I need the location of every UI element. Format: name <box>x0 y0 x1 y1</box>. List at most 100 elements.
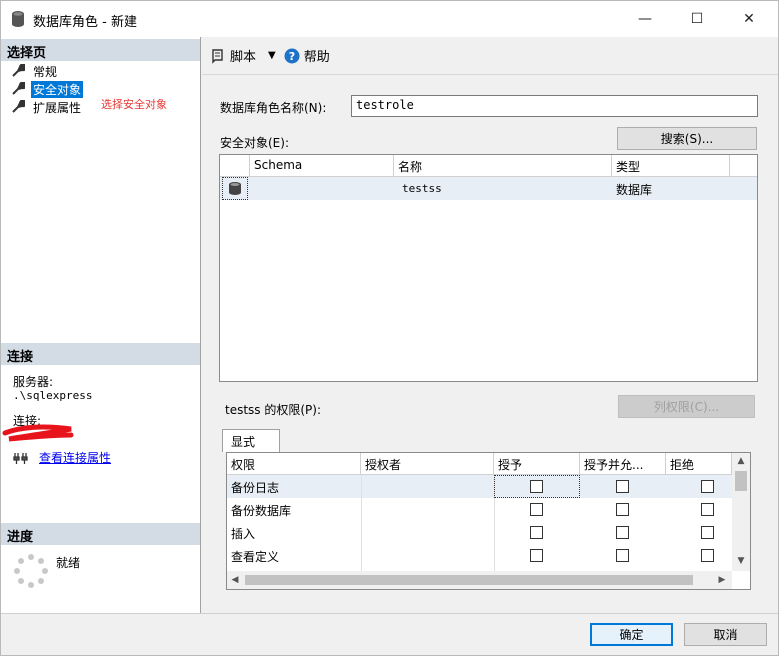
column-header-grant[interactable]: 授予 <box>494 453 580 475</box>
toolbar: 脚本 ▼ ? 帮助 <box>202 37 778 75</box>
role-name-label: 数据库角色名称(N): <box>220 101 327 115</box>
database-icon <box>229 182 241 195</box>
column-header-deny[interactable]: 拒绝 <box>666 453 732 475</box>
column-header-schema[interactable]: Schema <box>250 155 394 177</box>
column-header-permission[interactable]: 权限 <box>227 453 361 475</box>
permission-grantor-cell <box>361 475 494 498</box>
permission-name-cell: 备份日志 <box>231 481 280 495</box>
cancel-button[interactable]: 取消 <box>684 623 767 646</box>
help-button[interactable]: ? 帮助 <box>284 46 330 65</box>
securables-grid: Schema 名称 类型 testss 数据库 <box>219 154 758 382</box>
window-title: 数据库角色 - 新建 <box>33 15 137 30</box>
wrench-icon <box>12 64 25 77</box>
column-header-name[interactable]: 名称 <box>394 155 612 177</box>
table-row[interactable]: 备份数据库 <box>227 498 732 521</box>
permission-name-cell: 插入 <box>231 527 256 541</box>
grant-checkbox[interactable] <box>530 503 543 516</box>
close-icon: ✕ <box>743 11 755 27</box>
dialog-footer: 确定 取消 <box>1 613 778 655</box>
connection-plug-icon <box>13 452 28 464</box>
redaction-scribble <box>2 424 74 442</box>
with-grant-checkbox[interactable] <box>616 549 629 562</box>
deny-checkbox[interactable] <box>701 503 714 516</box>
column-header-with-grant[interactable]: 授予并允... <box>580 453 666 475</box>
role-name-input[interactable]: testrole <box>351 95 758 117</box>
permission-grantor-cell <box>361 521 494 544</box>
progress-status: 就绪 <box>56 556 81 570</box>
horizontal-scroll-thumb[interactable] <box>245 575 693 585</box>
scroll-right-icon[interactable]: ▶ <box>714 571 730 589</box>
dialog-window: 数据库角色 - 新建 — ☐ ✕ 选择页 常规 安全对象 扩展属性 选择安全对象… <box>0 0 779 656</box>
search-button[interactable]: 搜索(S)... <box>617 127 757 150</box>
column-header-type[interactable]: 类型 <box>612 155 730 177</box>
permission-grantor-cell <box>361 498 494 521</box>
deny-checkbox[interactable] <box>701 480 714 493</box>
svg-text:?: ? <box>289 50 295 63</box>
progress-spinner-icon <box>14 554 48 588</box>
select-page-header: 选择页 <box>1 39 200 61</box>
maximize-icon: ☐ <box>690 11 704 27</box>
column-header-grantor[interactable]: 授权者 <box>361 453 494 475</box>
permissions-grid: 权限 授权者 授予 授予并允... 拒绝 备份日志 备份数据库 插入 查看定义 <box>226 452 751 590</box>
wrench-icon <box>12 82 25 95</box>
annotation-hint: 选择安全对象 <box>101 98 167 111</box>
close-button[interactable]: ✕ <box>726 1 772 37</box>
database-icon <box>12 11 24 27</box>
permissions-label: testss 的权限(P): <box>225 403 322 417</box>
script-dropdown-icon[interactable]: ▼ <box>268 50 276 61</box>
grant-checkbox[interactable] <box>530 480 543 493</box>
table-row[interactable]: testss 数据库 <box>220 177 757 200</box>
scroll-down-icon[interactable]: ▼ <box>732 553 750 569</box>
wrench-icon <box>12 100 25 113</box>
tab-explicit[interactable]: 显式 <box>222 429 280 452</box>
permission-name-cell: 查看定义 <box>231 550 280 564</box>
securable-name-cell: testss <box>402 182 442 195</box>
grant-checkbox[interactable] <box>530 526 543 539</box>
permissions-vertical-scrollbar[interactable]: ▲ ▼ <box>732 453 750 571</box>
minimize-button[interactable]: — <box>622 1 668 37</box>
permission-grantor-cell <box>361 544 494 567</box>
with-grant-checkbox[interactable] <box>616 480 629 493</box>
row-icon-cell <box>222 177 248 200</box>
permissions-grid-header: 权限 授权者 授予 授予并允... 拒绝 <box>227 453 732 475</box>
help-label: 帮助 <box>303 50 330 65</box>
script-icon <box>212 48 223 64</box>
left-pane: 选择页 常规 安全对象 扩展属性 选择安全对象 连接 服务器: .\sqlexp… <box>1 37 201 613</box>
permissions-horizontal-scrollbar[interactable]: ◀ ▶ <box>227 571 732 589</box>
securables-label: 安全对象(E): <box>220 136 289 150</box>
scroll-left-icon[interactable]: ◀ <box>227 571 243 589</box>
with-grant-checkbox[interactable] <box>616 526 629 539</box>
minimize-icon: — <box>638 11 652 27</box>
vertical-scroll-thumb[interactable] <box>735 471 747 491</box>
securable-schema-cell <box>250 177 394 200</box>
page-item-label: 常规 <box>33 64 58 79</box>
page-item-securables[interactable]: 安全对象 <box>11 80 84 98</box>
title-bar: 数据库角色 - 新建 — ☐ ✕ <box>1 1 778 37</box>
server-value: .\sqlexpress <box>13 389 93 402</box>
table-row[interactable]: 插入 <box>227 521 732 544</box>
page-item-label: 安全对象 <box>31 80 84 98</box>
deny-checkbox[interactable] <box>701 549 714 562</box>
ok-button[interactable]: 确定 <box>590 623 673 646</box>
progress-header: 进度 <box>1 523 200 545</box>
view-connection-row: 查看连接属性 <box>13 449 111 466</box>
column-header-icon <box>220 155 250 177</box>
page-item-extended-properties[interactable]: 扩展属性 <box>11 98 83 116</box>
script-label: 脚本 <box>230 50 257 65</box>
server-label: 服务器: <box>13 375 54 389</box>
column-divider <box>361 475 362 571</box>
help-icon: ? <box>284 48 300 63</box>
page-item-general[interactable]: 常规 <box>11 62 59 80</box>
column-permissions-button[interactable]: 列权限(C)... <box>618 395 755 418</box>
table-row[interactable]: 备份日志 <box>227 475 732 498</box>
view-connection-properties-link[interactable]: 查看连接属性 <box>39 449 111 466</box>
securables-grid-header: Schema 名称 类型 <box>220 155 757 177</box>
table-row[interactable]: 查看定义 <box>227 544 732 567</box>
grant-checkbox[interactable] <box>530 549 543 562</box>
scroll-up-icon[interactable]: ▲ <box>732 453 750 469</box>
page-item-label: 扩展属性 <box>33 100 82 115</box>
deny-checkbox[interactable] <box>701 526 714 539</box>
script-button[interactable]: 脚本 <box>210 46 256 65</box>
with-grant-checkbox[interactable] <box>616 503 629 516</box>
maximize-button[interactable]: ☐ <box>674 1 720 37</box>
